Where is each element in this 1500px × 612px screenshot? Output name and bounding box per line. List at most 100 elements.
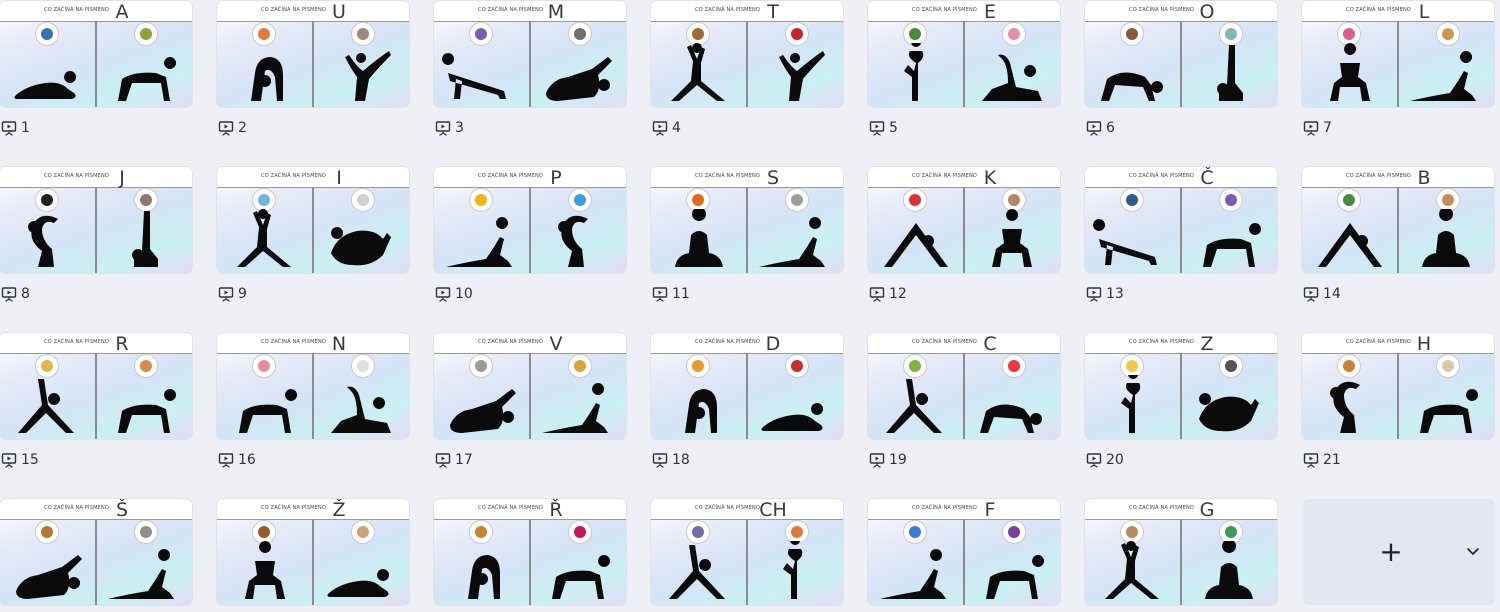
slide-thumbnail[interactable]: CO ZAČÍNÁ NA PÍSMENO Ř <box>434 499 626 605</box>
yoga-pose-plow <box>450 389 516 433</box>
slide-divider <box>963 187 965 273</box>
slide-banner: CO ZAČÍNÁ NA PÍSMENO L <box>1302 1 1494 23</box>
banner-text: CO ZAČÍNÁ NA PÍSMENO <box>695 173 761 179</box>
slide-thumbnail[interactable]: CO ZAČÍNÁ NA PÍSMENO Č <box>1085 167 1277 273</box>
slide-banner: CO ZAČÍNÁ NA PÍSMENO C <box>868 333 1060 355</box>
slide-thumbnail[interactable]: CO ZAČÍNÁ NA PÍSMENO Z <box>1085 333 1277 439</box>
slide-divider <box>963 353 965 439</box>
heart-icon <box>1008 360 1020 372</box>
slide-banner: CO ZAČÍNÁ NA PÍSMENO K <box>868 167 1060 189</box>
slide-banner: CO ZAČÍNÁ NA PÍSMENO D <box>651 333 843 355</box>
slide-thumbnail[interactable]: CO ZAČÍNÁ NA PÍSMENO U <box>217 1 409 107</box>
flower-icon <box>1343 28 1355 40</box>
slide-meta: 16 <box>218 451 256 469</box>
lavender-icon <box>1225 194 1237 206</box>
slide-meta: 18 <box>652 451 690 469</box>
chevron-down-icon[interactable] <box>1465 543 1481 559</box>
presentation-slide-icon <box>652 287 668 302</box>
yoga-pose-plow <box>546 57 612 101</box>
bus-icon <box>574 360 586 372</box>
yoga-pose-backbend <box>1330 381 1360 433</box>
banner-text: CO ZAČÍNÁ NA PÍSMENO <box>44 339 110 345</box>
pose-silhouette <box>1093 219 1157 265</box>
yoga-pose-lotus <box>1205 541 1253 599</box>
slide-meta: 19 <box>869 451 907 469</box>
yoga-pose-cat <box>118 389 177 433</box>
slide-thumbnail[interactable]: CO ZAČÍNÁ NA PÍSMENO I <box>217 167 409 273</box>
slide-thumbnail[interactable]: CO ZAČÍNÁ NA PÍSMENO F <box>868 499 1060 605</box>
slide-thumbnail[interactable]: CO ZAČÍNÁ NA PÍSMENO R <box>0 333 192 439</box>
banner-text: CO ZAČÍNÁ NA PÍSMENO <box>912 7 978 13</box>
yoga-pose-plow <box>16 555 82 599</box>
pose-silhouette <box>980 404 1043 433</box>
slide-meta: 4 <box>652 119 681 137</box>
slide-thumbnail[interactable]: CO ZAČÍNÁ NA PÍSMENO K <box>868 167 1060 273</box>
slide-item: CO ZAČÍNÁ NA PÍSMENO R 15 <box>0 333 192 468</box>
hat-icon <box>357 194 369 206</box>
pose-silhouette <box>18 379 74 433</box>
yoga-pose-cobra <box>446 217 512 267</box>
yoga-pose-shoulderstand <box>1217 45 1243 101</box>
presentation-slide-icon <box>435 287 451 302</box>
slide-number: 12 <box>889 286 907 302</box>
slide-grid: CO ZAČÍNÁ NA PÍSMENO A 1 CO ZAČÍNÁ NA PÍSME… <box>0 0 1500 612</box>
slide-letter: H <box>1416 333 1432 355</box>
slide-thumbnail[interactable]: CO ZAČÍNÁ NA PÍSMENO T <box>651 1 843 107</box>
slide-item: CO ZAČÍNÁ NA PÍSMENO CH <box>651 499 843 605</box>
slide-thumbnail[interactable]: CO ZAČÍNÁ NA PÍSMENO M <box>434 1 626 107</box>
pose-silhouette <box>1217 45 1243 101</box>
slide-thumbnail[interactable]: CO ZAČÍNÁ NA PÍSMENO Š <box>0 499 192 605</box>
yoga-pose-shoulderstand <box>132 211 158 267</box>
pose-silhouette <box>759 217 825 267</box>
pose-silhouette <box>992 209 1032 267</box>
yoga-pose-cat <box>1420 389 1479 433</box>
presentation-slide-icon <box>652 121 668 136</box>
yoga-pose-sidebend <box>331 386 391 433</box>
slide-thumbnail[interactable]: CO ZAČÍNÁ NA PÍSMENO G <box>1085 499 1277 605</box>
slide-thumbnail[interactable]: CO ZAČÍNÁ NA PÍSMENO O <box>1085 1 1277 107</box>
yoga-pose-warrior <box>237 209 291 267</box>
slide-divider <box>963 519 965 605</box>
slide-number: 15 <box>21 452 39 468</box>
llama-icon <box>1442 360 1454 372</box>
slide-thumbnail[interactable]: CO ZAČÍNÁ NA PÍSMENO L <box>1302 1 1494 107</box>
presentation-slide-icon <box>869 453 885 468</box>
slide-thumbnail[interactable]: CO ZAČÍNÁ NA PÍSMENO H <box>1302 333 1494 439</box>
slide-thumbnail[interactable]: CO ZAČÍNÁ NA PÍSMENO C <box>868 333 1060 439</box>
slide-thumbnail[interactable]: CO ZAČÍNÁ NA PÍSMENO CH <box>651 499 843 605</box>
yoga-pose-forward <box>685 389 717 433</box>
pose-silhouette <box>669 545 725 599</box>
slide-number: 3 <box>455 120 464 136</box>
pose-silhouette <box>331 227 391 266</box>
slide-thumbnail[interactable]: CO ZAČÍNÁ NA PÍSMENO P <box>434 167 626 273</box>
slide-divider <box>1180 519 1182 605</box>
banner-text: CO ZAČÍNÁ NA PÍSMENO <box>1129 505 1195 511</box>
slide-item: CO ZAČÍNÁ NA PÍSMENO O 6 <box>1085 1 1277 136</box>
leek-icon <box>909 360 921 372</box>
slide-thumbnail[interactable]: CO ZAČÍNÁ NA PÍSMENO V <box>434 333 626 439</box>
pose-silhouette <box>108 549 174 599</box>
slide-thumbnail[interactable]: CO ZAČÍNÁ NA PÍSMENO S <box>651 167 843 273</box>
slide-item: CO ZAČÍNÁ NA PÍSMENO U 2 <box>217 1 409 136</box>
slide-thumbnail[interactable]: CO ZAČÍNÁ NA PÍSMENO J <box>0 167 192 273</box>
slide-thumbnail[interactable]: CO ZAČÍNÁ NA PÍSMENO A <box>0 1 192 107</box>
slide-thumbnail[interactable]: CO ZAČÍNÁ NA PÍSMENO N <box>217 333 409 439</box>
pose-silhouette <box>1105 541 1159 599</box>
slide-thumbnail[interactable]: CO ZAČÍNÁ NA PÍSMENO B <box>1302 167 1494 273</box>
plus-icon[interactable]: + <box>1371 532 1411 572</box>
slide-banner: CO ZAČÍNÁ NA PÍSMENO G <box>1085 499 1277 521</box>
banner-text: CO ZAČÍNÁ NA PÍSMENO <box>1346 173 1412 179</box>
slide-item: CO ZAČÍNÁ NA PÍSMENO Z 20 <box>1085 333 1277 468</box>
slide-thumbnail[interactable]: CO ZAČÍNÁ NA PÍSMENO Ž <box>217 499 409 605</box>
slide-banner: CO ZAČÍNÁ NA PÍSMENO Z <box>1085 333 1277 355</box>
slide-thumbnail[interactable]: CO ZAČÍNÁ NA PÍSMENO D <box>651 333 843 439</box>
slide-thumbnail[interactable]: CO ZAČÍNÁ NA PÍSMENO E <box>868 1 1060 107</box>
yoga-pose-forward <box>251 57 283 101</box>
add-slide-tile[interactable]: + <box>1303 499 1495 605</box>
pose-silhouette <box>14 71 77 99</box>
presentation-slide-icon <box>869 287 885 302</box>
bear-icon <box>1126 526 1138 538</box>
yoga-pose-cobra <box>880 549 946 599</box>
cat-icon <box>791 194 803 206</box>
slide-number: 16 <box>238 452 256 468</box>
